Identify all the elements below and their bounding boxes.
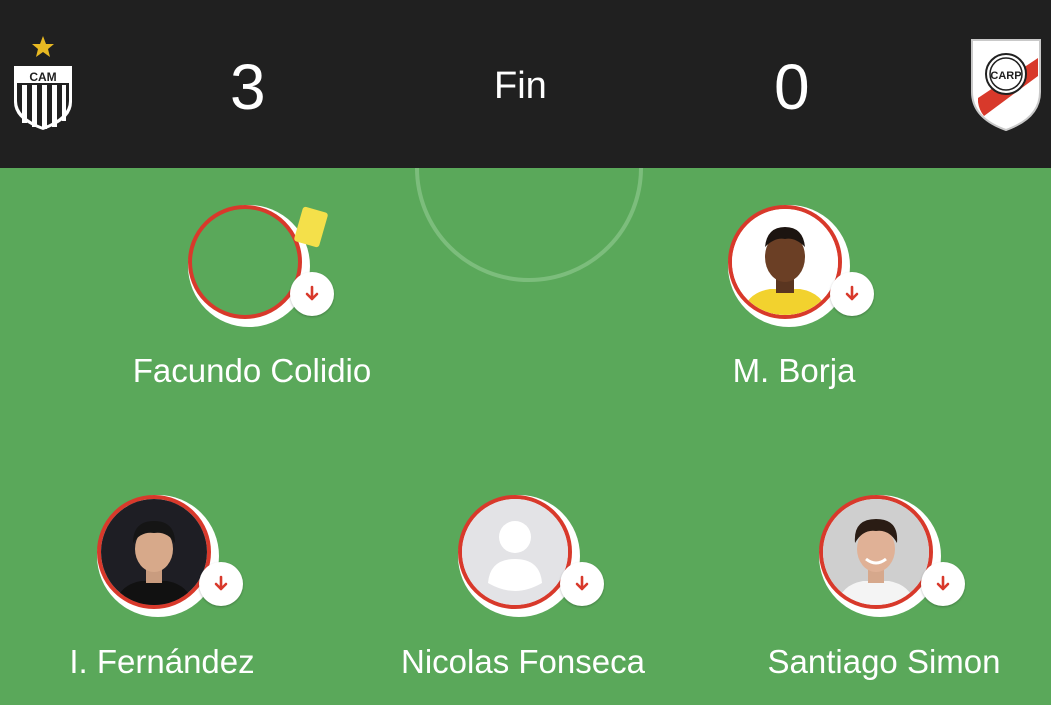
player-name[interactable]: Facundo Colidio	[72, 352, 432, 390]
player-card[interactable]	[458, 495, 604, 625]
atletico-mineiro-crest-icon[interactable]: CAM	[8, 36, 78, 132]
match-header: CAM 3 Fin 0 CARP	[0, 0, 1051, 168]
player-card[interactable]	[728, 205, 874, 335]
player-card[interactable]	[97, 495, 243, 625]
substitution-out-badge	[921, 562, 965, 606]
player-avatar-ring	[97, 495, 219, 617]
substitution-out-badge	[830, 272, 874, 316]
svg-text:CARP: CARP	[990, 70, 1021, 82]
player-avatar-ring	[728, 205, 850, 327]
player-avatar-ring	[458, 495, 580, 617]
avatar	[188, 205, 302, 319]
arrow-down-icon	[214, 575, 228, 591]
placeholder-avatar-icon	[458, 495, 572, 609]
player-name[interactable]: Nicolas Fonseca	[343, 643, 703, 681]
player-photo	[728, 205, 842, 319]
player-avatar-ring	[188, 205, 310, 327]
match-status: Fin	[494, 65, 547, 107]
player-photo	[819, 495, 933, 609]
player-photo	[97, 495, 211, 609]
arrow-down-icon	[845, 285, 859, 301]
svg-text:CAM: CAM	[29, 70, 56, 84]
river-plate-crest-icon[interactable]: CARP	[968, 36, 1044, 132]
player-avatar-ring	[819, 495, 941, 617]
player-card[interactable]	[188, 205, 334, 335]
substitution-out-badge	[560, 562, 604, 606]
arrow-down-icon	[305, 285, 319, 301]
home-score: 3	[230, 51, 266, 123]
substitution-out-badge	[199, 562, 243, 606]
player-name[interactable]: I. Fernández	[0, 643, 342, 681]
player-name[interactable]: M. Borja	[614, 352, 974, 390]
player-card[interactable]	[819, 495, 965, 625]
substitution-out-badge	[290, 272, 334, 316]
arrow-down-icon	[575, 575, 589, 591]
away-score: 0	[774, 51, 810, 123]
player-name[interactable]: Santiago Simon	[704, 643, 1051, 681]
arrow-down-icon	[936, 575, 950, 591]
